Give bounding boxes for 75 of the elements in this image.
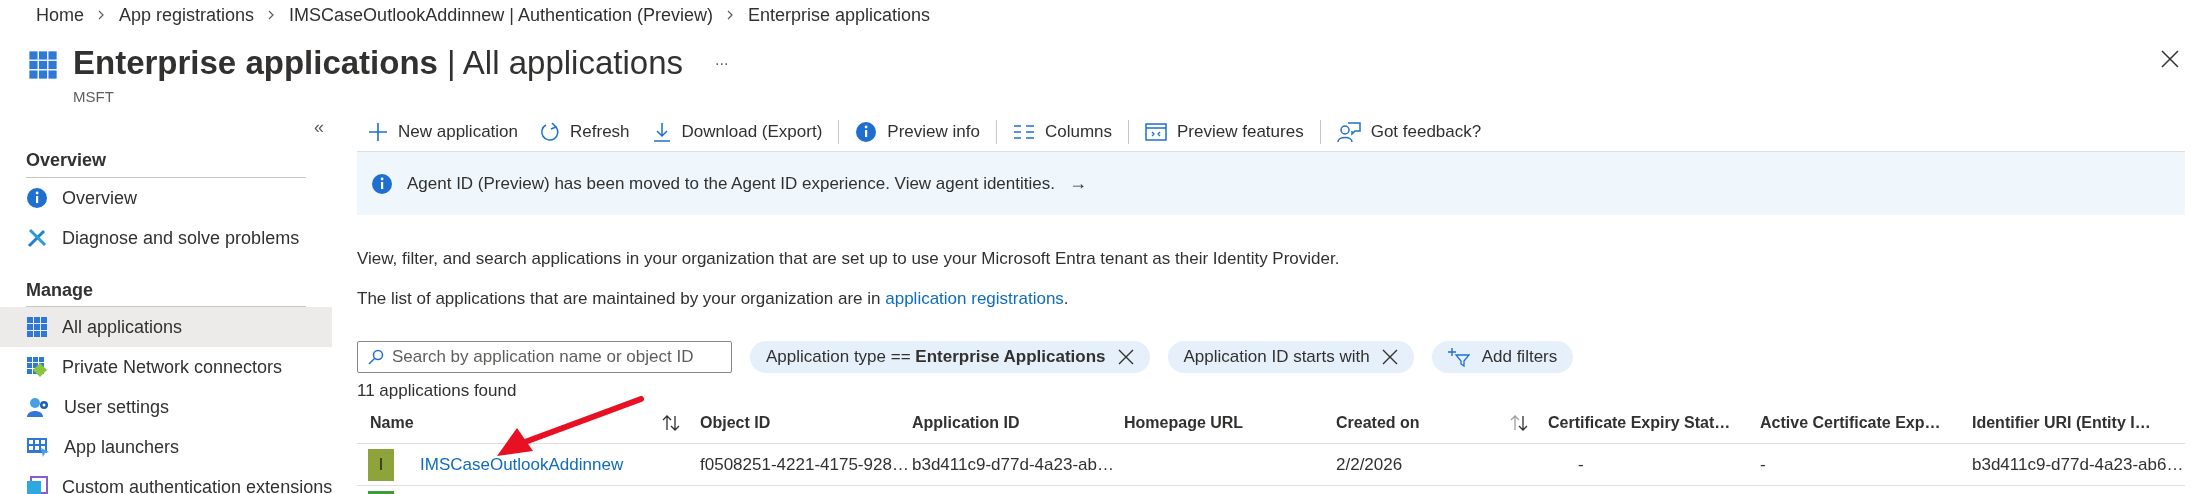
- launcher-icon: [26, 436, 50, 458]
- remove-icon: [1117, 349, 1134, 365]
- breadcrumb-link[interactable]: Home: [36, 1, 84, 29]
- toolbar-button[interactable]: Preview features: [1145, 118, 1304, 145]
- app-name-link[interactable]: IMSCaseOutlookAddinnew: [420, 451, 624, 478]
- user-gear-icon: [26, 396, 50, 418]
- page-subtitle: MSFT: [73, 86, 115, 107]
- column-header[interactable]: Object ID: [700, 410, 771, 435]
- sidebar-item[interactable]: All applications: [0, 307, 332, 347]
- table-cell-text: f0508251-4221-4175-928…: [700, 453, 909, 476]
- arrow-link[interactable]: →: [1068, 170, 1087, 197]
- toolbar-button[interactable]: Refresh: [540, 118, 630, 145]
- search-field[interactable]: Search by application name or object ID: [357, 341, 732, 373]
- table-cell-text: 2/2/2026: [1336, 453, 1403, 476]
- info-icon: [26, 187, 48, 209]
- toolbar-button[interactable]: Download (Export): [651, 118, 823, 145]
- registrations-link[interactable]: application registrations: [885, 289, 1064, 308]
- feedback-icon: [1336, 120, 1361, 143]
- sidebar-item[interactable]: Diagnose and solve problems: [0, 218, 332, 258]
- sidebar-item[interactable]: App launchers: [0, 427, 332, 467]
- chevron-icon: [727, 10, 734, 20]
- section-heading: Overview: [26, 148, 306, 178]
- table-cell-text: -: [1760, 453, 1766, 476]
- sort-icon: [662, 413, 680, 432]
- column-header[interactable]: Identifier URI (Entity I…: [1972, 410, 2151, 435]
- grid-logo-icon: [28, 50, 58, 80]
- download-icon: [651, 121, 672, 142]
- plus-icon: [368, 121, 388, 142]
- sidebar-item[interactable]: Custom authentication extensions: [0, 467, 332, 494]
- filter-pill[interactable]: Application ID starts with: [1167, 341, 1414, 373]
- network-grid-icon: [26, 356, 48, 378]
- column-header[interactable]: Certificate Expiry Stat…: [1548, 410, 1731, 435]
- sidebar-item[interactable]: Overview: [0, 178, 332, 218]
- description-text: View, filter, and search applications in your organization that are set up to use your Microsoft Entra tenant as their Identity Provider.: [357, 248, 1341, 270]
- description-text: The list of applications that are maintained by your organization are in application registrations.: [357, 288, 1070, 310]
- refresh-icon: [540, 121, 560, 142]
- more-button[interactable]: ...: [715, 47, 729, 72]
- add-filter-button[interactable]: Add filters: [1431, 341, 1574, 373]
- preview-window-icon: [1145, 121, 1168, 142]
- table-cell-text: b3d411c9-d77d-4a23-ab6…: [1972, 453, 2184, 476]
- breadcrumb-link[interactable]: App registrations: [119, 1, 255, 29]
- toolbar-button[interactable]: Columns: [1012, 118, 1113, 145]
- breadcrumb-link[interactable]: IMSCaseOutlookAddinnew | Authentication (Preview): [289, 1, 713, 29]
- filter-add-icon: [1447, 347, 1470, 367]
- table-cell-text: b3d411c9-d77d-4a23-ab…: [912, 453, 1114, 476]
- column-header[interactable]: Created on: [1336, 410, 1420, 435]
- result-count: 11 applications found: [357, 380, 518, 402]
- page-title: Enterprise applications: [73, 43, 438, 83]
- sort-icon: [1510, 413, 1528, 432]
- info-icon: [371, 172, 393, 195]
- table-cell-text: -: [1577, 453, 1584, 476]
- sidebar-item[interactable]: Private Network connectors: [0, 347, 332, 387]
- columns-icon: [1012, 123, 1035, 140]
- app-avatar: I: [368, 448, 394, 481]
- toolbar-button[interactable]: New application: [368, 118, 518, 145]
- toolbar-button[interactable]: Preview info: [855, 118, 980, 145]
- column-header[interactable]: Application ID: [912, 410, 1020, 435]
- tools-icon: [26, 227, 48, 249]
- search-icon: [368, 349, 384, 365]
- chevron-icon: [98, 10, 105, 20]
- banner-message: Agent ID (Preview) has been moved to the Agent ID experience. View agent identities.: [407, 172, 1055, 195]
- extension-icon: [26, 476, 48, 494]
- collapse-button[interactable]: «: [314, 112, 324, 142]
- column-header[interactable]: Homepage URL: [1124, 410, 1244, 435]
- filter-pill[interactable]: Application type == Enterprise Applications: [750, 341, 1150, 373]
- info-icon: [855, 120, 878, 143]
- grid-icon: [26, 316, 48, 338]
- remove-icon: [1381, 349, 1398, 365]
- chevron-icon: [268, 10, 276, 20]
- column-header[interactable]: Name: [370, 410, 414, 435]
- sidebar-item[interactable]: User settings: [0, 387, 332, 427]
- page-title-suffix: | All applications: [446, 43, 683, 83]
- breadcrumb-link[interactable]: Enterprise applications: [748, 1, 931, 29]
- toolbar-button[interactable]: Got feedback?: [1336, 118, 1482, 145]
- column-header[interactable]: Active Certificate Exp…: [1760, 410, 1941, 435]
